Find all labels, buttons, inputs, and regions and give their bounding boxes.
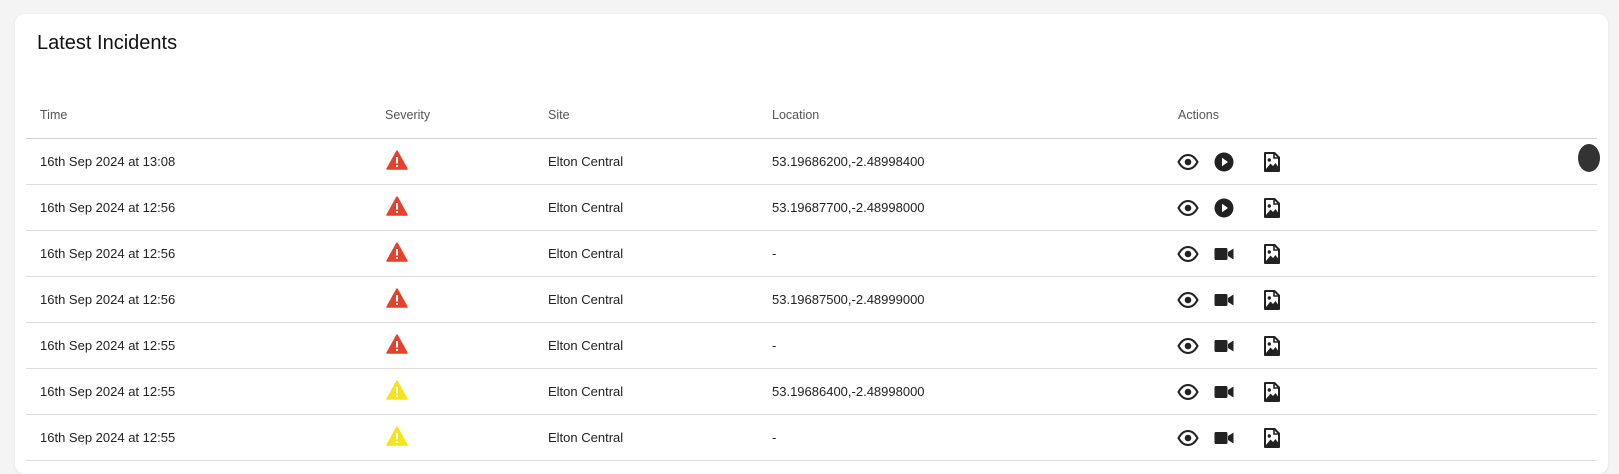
table-row[interactable]: 16th Sep 2024 at 12:55 Elton Central - [26, 415, 1597, 461]
warning-triangle-icon [386, 242, 408, 262]
table-row[interactable]: 16th Sep 2024 at 12:56 Elton Central 53.19… [26, 185, 1597, 231]
warning-triangle-icon [386, 380, 408, 400]
table-row[interactable]: 16th Sep 2024 at 13:08 Elton Central 53.19… [26, 139, 1597, 185]
severity-cell [385, 380, 548, 403]
severity-cell [385, 288, 548, 311]
incidents-table: Time Severity Site Location Actions 16th… [26, 91, 1597, 461]
severity-cell [385, 426, 548, 449]
panel-title: Latest Incidents [37, 32, 178, 54]
actions-cell [1176, 426, 1597, 450]
incident-time: 16th Sep 2024 at 12:56 [40, 200, 176, 215]
column-header-location[interactable]: Location [772, 108, 1178, 122]
image-file-icon[interactable] [1260, 150, 1284, 174]
severity-cell [385, 242, 548, 265]
side-panel-handle[interactable] [1578, 144, 1600, 172]
incident-time: 16th Sep 2024 at 13:08 [40, 154, 176, 169]
incident-location: 53.19686400,-2.48998000 [772, 384, 925, 399]
incident-time: 16th Sep 2024 at 12:55 [40, 338, 176, 353]
incident-location: - [772, 338, 777, 353]
eye-icon[interactable] [1176, 196, 1200, 220]
severity-cell [385, 196, 548, 219]
warning-triangle-icon [386, 334, 408, 354]
incident-site: Elton Central [548, 154, 624, 169]
column-header-site[interactable]: Site [548, 108, 772, 122]
image-file-icon[interactable] [1260, 334, 1284, 358]
eye-icon[interactable] [1176, 426, 1200, 450]
table-header-row: Time Severity Site Location Actions [26, 91, 1597, 139]
incident-site: Elton Central [548, 384, 624, 399]
incident-time: 16th Sep 2024 at 12:55 [40, 430, 176, 445]
image-file-icon[interactable] [1260, 380, 1284, 404]
warning-triangle-icon [386, 426, 408, 446]
eye-icon[interactable] [1176, 242, 1200, 266]
incident-location: 53.19686200,-2.48998400 [772, 154, 925, 169]
incident-location: - [772, 430, 777, 445]
latest-incidents-panel: Latest Incidents Time Severity Site Loca… [15, 14, 1608, 474]
eye-icon[interactable] [1176, 334, 1200, 358]
play-circle-icon[interactable] [1212, 196, 1236, 220]
column-header-severity[interactable]: Severity [385, 108, 548, 122]
eye-icon[interactable] [1176, 150, 1200, 174]
video-camera-icon[interactable] [1212, 242, 1236, 266]
severity-cell [385, 150, 548, 173]
incident-site: Elton Central [548, 338, 624, 353]
video-camera-icon[interactable] [1212, 288, 1236, 312]
image-file-icon[interactable] [1260, 426, 1284, 450]
eye-icon[interactable] [1176, 380, 1200, 404]
incident-location: 53.19687700,-2.48998000 [772, 200, 925, 215]
incident-site: Elton Central [548, 246, 624, 261]
incident-location: 53.19687500,-2.48999000 [772, 292, 925, 307]
actions-cell [1176, 334, 1597, 358]
video-camera-icon[interactable] [1212, 380, 1236, 404]
incident-site: Elton Central [548, 430, 624, 445]
video-camera-icon[interactable] [1212, 426, 1236, 450]
eye-icon[interactable] [1176, 288, 1200, 312]
image-file-icon[interactable] [1260, 242, 1284, 266]
table-body: 16th Sep 2024 at 13:08 Elton Central 53.19… [26, 139, 1597, 461]
play-circle-icon[interactable] [1212, 150, 1236, 174]
warning-triangle-icon [386, 150, 408, 170]
image-file-icon[interactable] [1260, 196, 1284, 220]
incident-time: 16th Sep 2024 at 12:55 [40, 384, 176, 399]
table-row[interactable]: 16th Sep 2024 at 12:56 Elton Central - [26, 231, 1597, 277]
incident-site: Elton Central [548, 292, 624, 307]
warning-triangle-icon [386, 196, 408, 216]
warning-triangle-icon [386, 288, 408, 308]
incident-location: - [772, 246, 777, 261]
image-file-icon[interactable] [1260, 288, 1284, 312]
actions-cell [1176, 288, 1597, 312]
actions-cell [1176, 242, 1597, 266]
table-row[interactable]: 16th Sep 2024 at 12:56 Elton Central 53.19… [26, 277, 1597, 323]
table-row[interactable]: 16th Sep 2024 at 12:55 Elton Central - [26, 323, 1597, 369]
actions-cell [1176, 380, 1597, 404]
incident-time: 16th Sep 2024 at 12:56 [40, 292, 176, 307]
column-header-actions: Actions [1178, 107, 1219, 122]
severity-cell [385, 334, 548, 357]
column-header-time[interactable]: Time [26, 108, 385, 122]
actions-cell [1176, 196, 1597, 220]
incident-site: Elton Central [548, 200, 624, 215]
actions-cell [1176, 150, 1597, 174]
incident-time: 16th Sep 2024 at 12:56 [40, 246, 176, 261]
video-camera-icon[interactable] [1212, 334, 1236, 358]
table-row[interactable]: 16th Sep 2024 at 12:55 Elton Central 53.19… [26, 369, 1597, 415]
